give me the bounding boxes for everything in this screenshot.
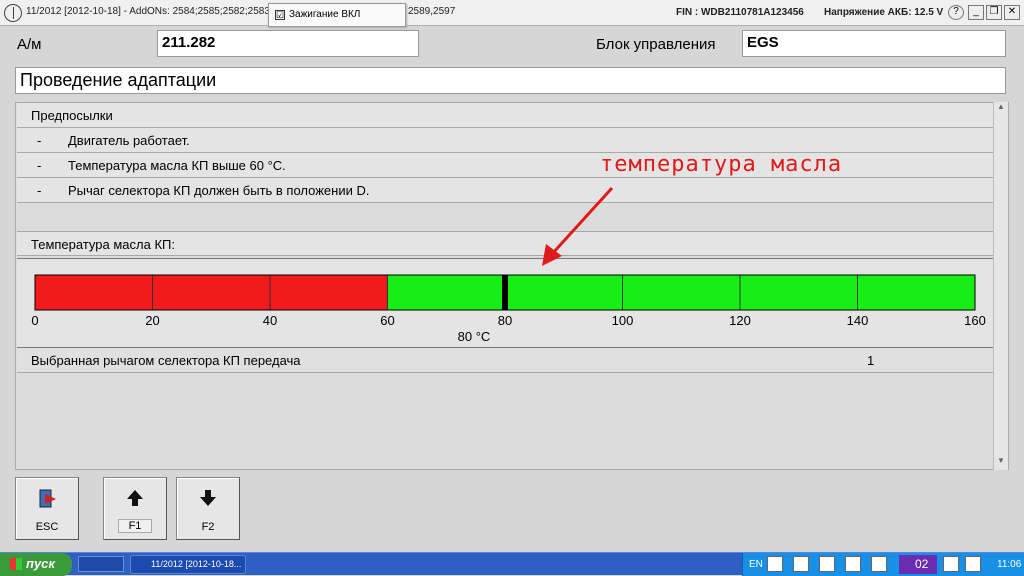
close-button[interactable]: ✕ [1004, 5, 1020, 20]
bullet-dash: - [37, 158, 42, 173]
app-logo-icon [4, 4, 22, 22]
home-icon[interactable] [845, 556, 861, 572]
list-item: - Рычаг селектора КП должен быть в полож… [17, 178, 993, 203]
list-item: - Двигатель работает. [17, 128, 993, 153]
gauge-tick-label: 100 [612, 313, 634, 328]
gauge-low-zone [35, 275, 388, 310]
quick-launch-icon[interactable] [78, 556, 124, 572]
gear-row: Выбранная рычагом селектора КП передача … [17, 348, 993, 373]
start-label: пуск [26, 556, 55, 571]
gear-value: 1 [867, 353, 875, 368]
f2-button-label: F2 [201, 521, 215, 533]
vehicle-label: А/м [17, 36, 42, 53]
gauge-tick-label: 140 [847, 313, 869, 328]
speaker-icon[interactable] [965, 556, 981, 572]
start-button[interactable]: пуск [0, 553, 72, 576]
precondition-text: Рычаг селектора КП должен быть в положен… [68, 183, 370, 198]
arrow-up-icon [104, 488, 166, 513]
exit-door-icon [16, 488, 78, 515]
oil-temp-gauge: 0 20 40 60 80 100 120 140 160 80 °C [31, 274, 986, 344]
tray-badge[interactable]: 02 [899, 555, 937, 574]
window-title: 11/2012 [2012-10-18] - AddONs: 2584;2585… [26, 6, 279, 17]
vertical-scrollbar[interactable]: ▲ ▼ [993, 102, 1008, 470]
tool-icon[interactable] [819, 556, 835, 572]
taskbar: пуск 11/2012 [2012-10-18... EN 02 11:06 [0, 552, 1024, 576]
vehicle-model-field: 211.282 [157, 30, 419, 57]
vin-display: FIN : WDB2110781A123456 [676, 7, 804, 18]
window-title-tail: 2589,2597 [408, 6, 456, 17]
f1-button-label: F1 [118, 519, 152, 533]
oil-temp-value: 80 °C [458, 329, 491, 344]
arrow-down-icon [177, 488, 239, 513]
control-unit-label: Блок управления [596, 36, 716, 53]
minimize-button[interactable]: _ [968, 5, 984, 20]
annotation-label: температура масла [600, 152, 843, 177]
gauge-tick-label: 0 [31, 313, 38, 328]
f1-button[interactable]: F1 [103, 477, 167, 540]
gauge-tick-label: 160 [964, 313, 986, 328]
network-icon[interactable] [767, 556, 783, 572]
windows-flag-icon [10, 558, 22, 570]
oil-temp-heading: Температура масла КП: [17, 231, 993, 256]
esc-button-label: ESC [35, 521, 59, 533]
printer-icon[interactable] [871, 556, 887, 572]
f2-button[interactable]: F2 [176, 477, 240, 540]
gauge-ok-zone [387, 275, 975, 310]
oil-temp-marker [502, 275, 508, 310]
precondition-text: Температура масла КП выше 60 °C. [68, 158, 286, 173]
ignition-status-label: Зажигание ВКЛ [289, 9, 361, 20]
control-unit-field: EGS [742, 30, 1006, 57]
scroll-up-icon[interactable]: ▲ [994, 102, 1008, 116]
gauge-tick-label: 120 [729, 313, 751, 328]
checkbox-icon: ☑ [275, 10, 285, 20]
battery-voltage: Напряжение АКБ: 12.5 V [824, 7, 944, 18]
scroll-down-icon[interactable]: ▼ [994, 456, 1008, 470]
restore-button[interactable]: ❐ [986, 5, 1002, 20]
help-button[interactable]: ? [948, 5, 964, 20]
gear-label: Выбранная рычагом селектора КП передача [31, 353, 301, 368]
annotation-arrow-icon [542, 186, 614, 266]
title-bar: 11/2012 [2012-10-18] - AddONs: 2584;2585… [0, 0, 1024, 27]
gauge-tick-label: 20 [145, 313, 159, 328]
precondition-text: Двигатель работает. [68, 133, 190, 148]
clock: 11:06 [997, 559, 1022, 570]
gauge-tick-label: 40 [263, 313, 277, 328]
system-tray: EN 02 11:06 [742, 553, 1024, 576]
bullet-dash: - [37, 133, 42, 148]
taskbar-app-button[interactable]: 11/2012 [2012-10-18... [130, 555, 246, 574]
esc-button[interactable]: ESC [15, 477, 79, 540]
language-indicator[interactable]: EN [749, 559, 763, 570]
gauge-tick-label: 60 [380, 313, 394, 328]
sync-icon[interactable] [793, 556, 809, 572]
preconditions-heading: Предпосылки [17, 103, 993, 128]
gauge-tick-label: 80 [498, 313, 512, 328]
page-title: Проведение адаптации [15, 67, 1006, 94]
ignition-status-popup: ☑ Зажигание ВКЛ [268, 3, 406, 27]
list-item: - Температура масла КП выше 60 °C. [17, 153, 993, 178]
bullet-dash: - [37, 183, 42, 198]
app-tray-icon[interactable] [943, 556, 959, 572]
